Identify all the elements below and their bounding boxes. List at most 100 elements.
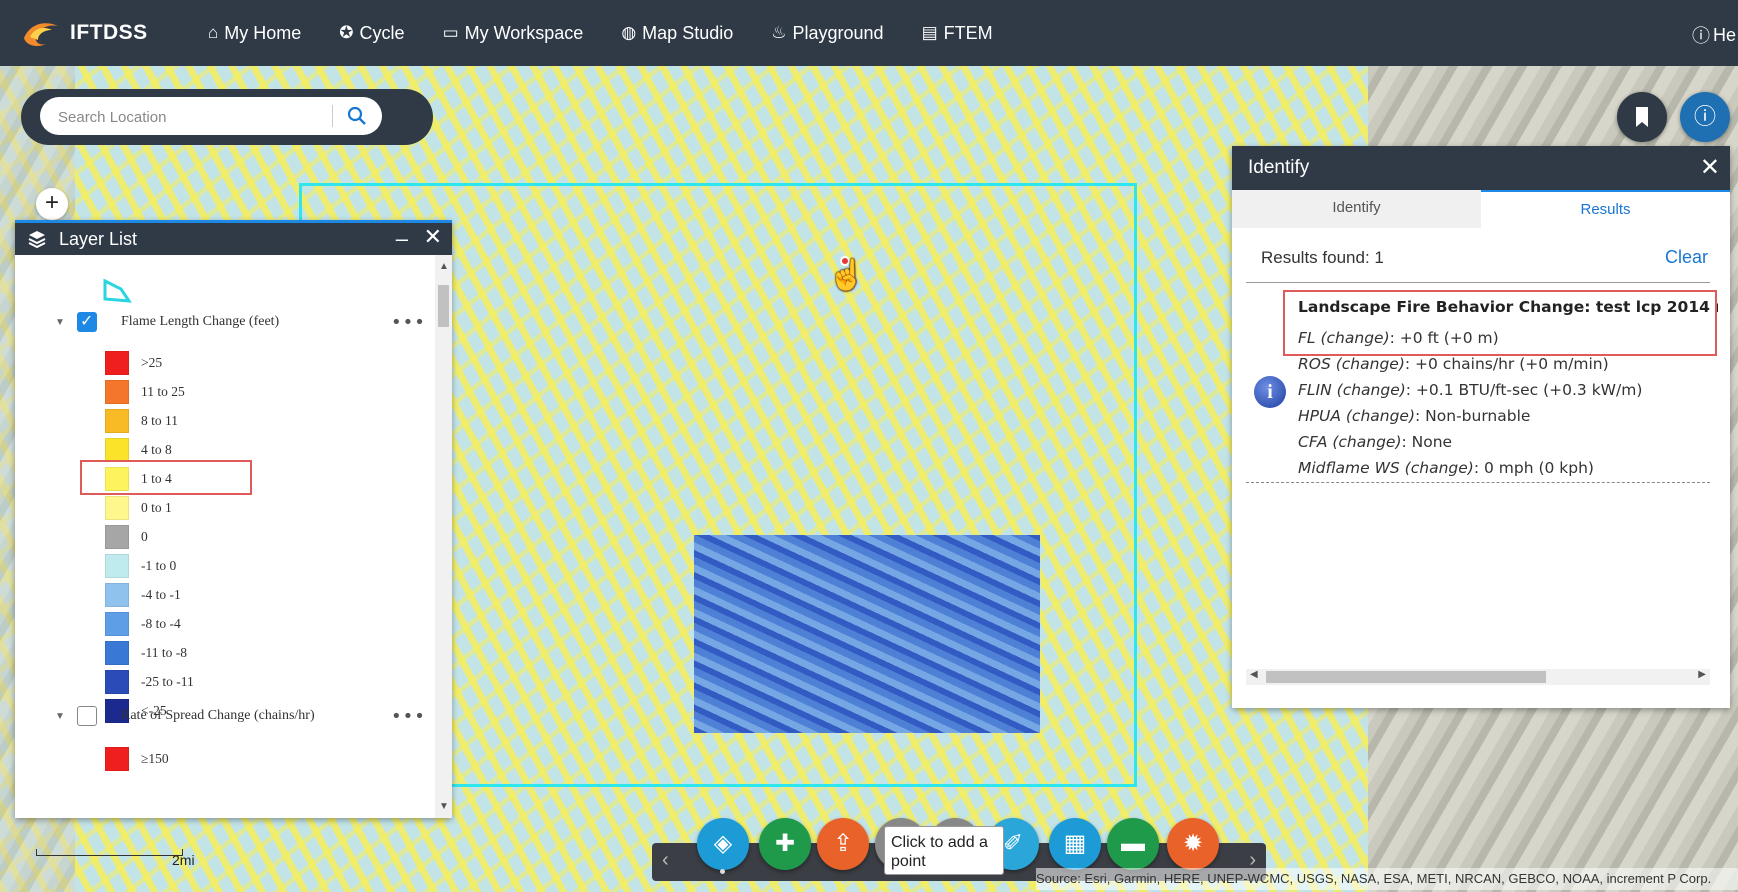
tab-results[interactable]: Results — [1481, 190, 1730, 228]
bookmark-button[interactable] — [1617, 92, 1667, 142]
layer-name: Rate of Spread Change (chains/hr) — [121, 708, 315, 723]
clear-results-link[interactable]: Clear — [1665, 247, 1708, 268]
nav-help[interactable]: ⓘ He — [1692, 22, 1736, 48]
legend-label: 11 to 25 — [141, 384, 185, 399]
legend-swatch — [105, 351, 129, 375]
flame-icon: ♨ — [771, 23, 787, 42]
layer-row-flame-length[interactable]: ▼ Flame Length Change (feet) ••• — [15, 307, 435, 337]
scroll-thumb[interactable] — [1266, 671, 1546, 683]
upload-icon: ⇪ — [832, 830, 854, 857]
legend-swatch — [105, 409, 129, 433]
legend-label: -4 to -1 — [141, 587, 181, 602]
legend-item: -4 to -1 — [105, 582, 181, 608]
add-layer-tool-button[interactable]: ✚ — [759, 818, 811, 870]
nav-cycle[interactable]: ✪ Cycle — [339, 23, 404, 44]
layers-tool-button[interactable]: ◈ — [697, 818, 749, 870]
iftdss-logo — [20, 18, 64, 48]
search-icon — [347, 106, 366, 125]
close-icon[interactable]: ✕ — [1700, 153, 1720, 182]
map-attribution: Source: Esri, Garmin, HERE, UNEP-WCMC, U… — [1036, 868, 1738, 890]
attribute-value: : None — [1401, 433, 1453, 451]
nav-help-label: He — [1713, 24, 1737, 45]
nav-label: Cycle — [359, 22, 405, 43]
caret-down-icon[interactable]: ▼ — [55, 711, 65, 722]
clipboard-icon: ▤ — [921, 23, 938, 42]
legend-label: -1 to 0 — [141, 558, 177, 573]
nav-my-workspace[interactable]: ▭ My Workspace — [443, 23, 584, 44]
result-attribute: CFA (change): None — [1298, 433, 1452, 451]
more-options-icon[interactable]: ••• — [391, 706, 426, 727]
result-attribute: FLIN (change): +0.1 BTU/ft-sec (+0.3 kW/… — [1298, 381, 1642, 399]
attribute-name: HPUA (change) — [1298, 407, 1416, 425]
close-icon[interactable]: ✕ — [424, 224, 442, 250]
scalebar — [36, 849, 183, 856]
zoom-in-button[interactable]: + — [36, 188, 68, 220]
attribute-value: : Non-burnable — [1415, 407, 1531, 425]
layer-list-scrollbar[interactable]: ▲ ▼ — [435, 255, 452, 818]
legend-swatch — [105, 583, 129, 607]
identify-header: Identify ✕ — [1232, 146, 1730, 190]
nav-playground[interactable]: ♨ Playground — [771, 23, 883, 44]
dashed-divider — [1246, 482, 1710, 483]
search-box — [40, 97, 382, 137]
upload-tool-button[interactable]: ⇪ — [817, 818, 869, 870]
legend-swatch — [105, 670, 129, 694]
legend-label: 8 to 11 — [141, 413, 178, 428]
legend-label: -8 to -4 — [141, 616, 181, 631]
search-button[interactable] — [346, 102, 374, 130]
top-nav-bar: IFTDSS ⌂ My Home ✪ Cycle ▭ My Workspace … — [0, 0, 1738, 66]
layers-icon — [28, 231, 46, 249]
scroll-down-icon[interactable]: ▼ — [439, 801, 449, 812]
attribute-name: Midflame WS (change) — [1298, 459, 1474, 477]
legend-item: -11 to -8 — [105, 640, 187, 666]
legend-label: 0 — [141, 529, 148, 544]
legend-swatch — [105, 380, 129, 404]
ruler-icon: ▬ — [1121, 830, 1145, 857]
grid-tool-button[interactable]: ▦ — [1049, 818, 1101, 870]
result-info-icon[interactable]: i — [1254, 376, 1286, 408]
scroll-thumb[interactable] — [438, 285, 449, 327]
legend-item: -1 to 0 — [105, 553, 176, 579]
fire-tool-tool-button[interactable]: ✹ — [1167, 818, 1219, 870]
nav-label: Playground — [792, 22, 884, 43]
search-divider — [332, 105, 333, 127]
highlight-box-legend — [80, 460, 252, 495]
add-layer-icon: ✚ — [774, 830, 796, 857]
layer-checkbox[interactable] — [77, 311, 97, 332]
nav-my-home[interactable]: ⌂ My Home — [208, 23, 301, 44]
legend-item: 8 to 11 — [105, 408, 178, 434]
search-input[interactable] — [56, 97, 320, 137]
nav-ftem[interactable]: ▤ FTEM — [922, 23, 993, 44]
scroll-up-icon[interactable]: ▲ — [439, 261, 449, 272]
fire-tool-icon: ✹ — [1182, 830, 1204, 857]
result-attribute: Midflame WS (change): 0 mph (0 kph) — [1298, 459, 1594, 477]
minimize-icon[interactable]: – — [396, 226, 408, 252]
active-tool-indicator — [720, 869, 725, 874]
brand[interactable]: IFTDSS — [20, 18, 170, 48]
nav-map-studio[interactable]: ◍ Map Studio — [621, 23, 733, 44]
scroll-right-icon[interactable]: ▶ — [1698, 669, 1706, 680]
layer-row-rate-of-spread[interactable]: ▼ Rate of Spread Change (chains/hr) ••• — [15, 701, 435, 731]
brand-name: IFTDSS — [70, 21, 148, 44]
tab-identify[interactable]: Identify — [1232, 190, 1481, 228]
scroll-left-icon[interactable]: ◀ — [1250, 669, 1258, 680]
help-icon: ⓘ — [1692, 26, 1710, 46]
identify-tabs: Identify Results — [1232, 190, 1730, 228]
tooltip: Click to add a point — [884, 826, 1004, 875]
legend-swatch — [105, 496, 129, 520]
legend-item: 0 — [105, 524, 148, 550]
caret-down-icon[interactable]: ▼ — [55, 317, 65, 328]
chevron-left-icon[interactable]: ‹ — [662, 849, 669, 872]
info-button[interactable]: ⓘ — [1680, 92, 1730, 142]
legend-item: >25 — [105, 350, 162, 376]
result-attribute: ROS (change): +0 chains/hr (+0 m/min) — [1298, 355, 1609, 373]
results-count: Results found: 1 — [1261, 248, 1384, 267]
ruler-tool-button[interactable]: ▬ — [1107, 818, 1159, 870]
more-options-icon[interactable]: ••• — [391, 312, 426, 333]
legend-swatch — [105, 641, 129, 665]
legend-swatch — [105, 747, 129, 771]
marker-icon: ✐ — [1002, 830, 1024, 857]
legend-label: 4 to 8 — [141, 442, 172, 457]
layer-checkbox[interactable] — [77, 706, 97, 726]
results-horizontal-scrollbar[interactable]: ◀ ▶ — [1246, 669, 1710, 685]
